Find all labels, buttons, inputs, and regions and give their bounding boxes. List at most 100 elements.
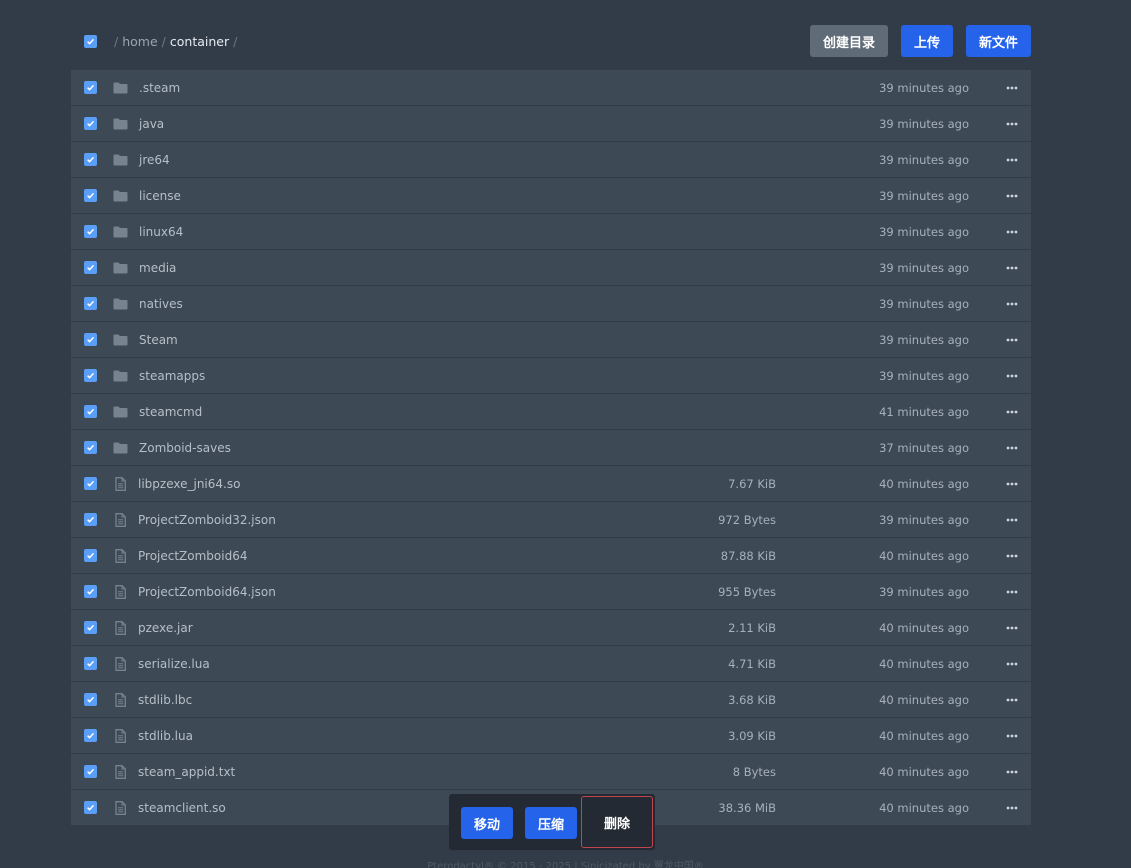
more-options-icon[interactable]	[1006, 514, 1018, 526]
row-checkbox[interactable]	[84, 297, 97, 310]
file-name[interactable]: jre64	[139, 153, 170, 167]
file-row[interactable]: steam_appid.txt 8 Bytes 40 minutes ago	[71, 754, 1031, 790]
file-row[interactable]: pzexe.jar 2.11 KiB 40 minutes ago	[71, 610, 1031, 646]
file-row[interactable]: stdlib.lbc 3.68 KiB 40 minutes ago	[71, 682, 1031, 718]
file-name[interactable]: Steam	[139, 333, 178, 347]
row-checkbox[interactable]	[84, 153, 97, 166]
file-row[interactable]: ProjectZomboid64 87.88 KiB 40 minutes ago	[71, 538, 1031, 574]
more-options-icon[interactable]	[1006, 766, 1018, 778]
row-checkbox[interactable]	[84, 441, 97, 454]
more-options-icon[interactable]	[1006, 190, 1018, 202]
file-row[interactable]: stdlib.lua 3.09 KiB 40 minutes ago	[71, 718, 1031, 754]
file-row[interactable]: linux64 39 minutes ago	[71, 214, 1031, 250]
row-checkbox[interactable]	[84, 765, 97, 778]
file-name[interactable]: .steam	[139, 81, 180, 95]
more-options-icon[interactable]	[1006, 658, 1018, 670]
file-row[interactable]: media 39 minutes ago	[71, 250, 1031, 286]
more-options-icon[interactable]	[1006, 370, 1018, 382]
file-name[interactable]: stdlib.lbc	[138, 693, 192, 707]
row-checkbox[interactable]	[84, 549, 97, 562]
row-checkbox[interactable]	[84, 333, 97, 346]
row-checkbox[interactable]	[84, 189, 97, 202]
file-modified: 39 minutes ago	[879, 260, 969, 275]
file-name[interactable]: ProjectZomboid64.json	[138, 585, 276, 599]
breadcrumb-home[interactable]: home	[122, 34, 157, 49]
row-checkbox[interactable]	[84, 261, 97, 274]
breadcrumb-separator: /	[114, 33, 119, 49]
file-row[interactable]: Steam 39 minutes ago	[71, 322, 1031, 358]
file-size: 87.88 KiB	[720, 548, 776, 563]
file-name[interactable]: serialize.lua	[138, 657, 210, 671]
file-name[interactable]: libpzexe_jni64.so	[138, 477, 240, 491]
row-checkbox[interactable]	[84, 405, 97, 418]
file-name[interactable]: steamcmd	[139, 405, 202, 419]
file-name[interactable]: java	[139, 117, 164, 131]
row-checkbox[interactable]	[84, 693, 97, 706]
row-checkbox[interactable]	[84, 81, 97, 94]
more-options-icon[interactable]	[1006, 406, 1018, 418]
new-file-button[interactable]: 新文件	[965, 25, 1031, 57]
more-options-icon[interactable]	[1006, 298, 1018, 310]
file-size: 3.09 KiB	[728, 728, 776, 743]
more-options-icon[interactable]	[1006, 586, 1018, 598]
file-name[interactable]: steam_appid.txt	[138, 765, 235, 779]
file-name[interactable]: steamclient.so	[138, 801, 226, 815]
breadcrumb-current[interactable]: container	[170, 34, 229, 49]
file-row[interactable]: libpzexe_jni64.so 7.67 KiB 40 minutes ago	[71, 466, 1031, 502]
file-row[interactable]: .steam 39 minutes ago	[71, 70, 1031, 106]
file-name[interactable]: Zomboid-saves	[139, 441, 231, 455]
row-checkbox[interactable]	[84, 225, 97, 238]
file-name[interactable]: ProjectZomboid64	[138, 549, 248, 563]
more-options-icon[interactable]	[1006, 802, 1018, 814]
delete-button[interactable]: 删除	[581, 796, 653, 848]
file-name[interactable]: pzexe.jar	[138, 621, 193, 635]
file-row[interactable]: natives 39 minutes ago	[71, 286, 1031, 322]
more-options-icon[interactable]	[1006, 226, 1018, 238]
more-options-icon[interactable]	[1006, 550, 1018, 562]
select-all-checkbox[interactable]	[84, 34, 97, 48]
file-row[interactable]: Zomboid-saves 37 minutes ago	[71, 430, 1031, 466]
upload-button[interactable]: 上传	[900, 25, 953, 57]
file-name[interactable]: license	[139, 189, 181, 203]
file-row[interactable]: java 39 minutes ago	[71, 106, 1031, 142]
file-row[interactable]: serialize.lua 4.71 KiB 40 minutes ago	[71, 646, 1031, 682]
file-name[interactable]: media	[139, 261, 176, 275]
row-checkbox[interactable]	[84, 657, 97, 670]
row-checkbox[interactable]	[84, 729, 97, 742]
row-checkbox[interactable]	[84, 621, 97, 634]
check-icon	[87, 768, 95, 775]
file-row[interactable]: steamcmd 41 minutes ago	[71, 394, 1031, 430]
row-checkbox[interactable]	[84, 801, 97, 814]
file-name[interactable]: steamapps	[139, 369, 205, 383]
file-name[interactable]: ProjectZomboid32.json	[138, 513, 276, 527]
file-row[interactable]: ProjectZomboid32.json 972 Bytes 39 minutes…	[71, 502, 1031, 538]
row-checkbox[interactable]	[84, 369, 97, 382]
file-name[interactable]: linux64	[139, 225, 183, 239]
file-icon	[113, 692, 128, 707]
more-options-icon[interactable]	[1006, 334, 1018, 346]
file-row[interactable]: license 39 minutes ago	[71, 178, 1031, 214]
more-options-icon[interactable]	[1006, 622, 1018, 634]
file-row[interactable]: steamapps 39 minutes ago	[71, 358, 1031, 394]
file-name[interactable]: stdlib.lua	[138, 729, 193, 743]
more-options-icon[interactable]	[1006, 262, 1018, 274]
more-options-icon[interactable]	[1006, 118, 1018, 130]
file-row[interactable]: jre64 39 minutes ago	[71, 142, 1031, 178]
move-button[interactable]: 移动	[461, 807, 513, 839]
create-directory-button[interactable]: 创建目录	[809, 25, 888, 57]
file-row[interactable]: ProjectZomboid64.json 955 Bytes 39 minutes…	[71, 574, 1031, 610]
row-checkbox[interactable]	[84, 117, 97, 130]
compress-button[interactable]: 压缩	[525, 807, 577, 839]
more-options-icon[interactable]	[1006, 154, 1018, 166]
file-name[interactable]: natives	[139, 297, 183, 311]
more-options-icon[interactable]	[1006, 694, 1018, 706]
folder-icon	[112, 334, 128, 346]
breadcrumb-separator: /	[233, 33, 238, 49]
more-options-icon[interactable]	[1006, 478, 1018, 490]
more-options-icon[interactable]	[1006, 730, 1018, 742]
row-checkbox[interactable]	[84, 585, 97, 598]
row-checkbox[interactable]	[84, 513, 97, 526]
row-checkbox[interactable]	[84, 477, 97, 490]
more-options-icon[interactable]	[1006, 82, 1018, 94]
more-options-icon[interactable]	[1006, 442, 1018, 454]
